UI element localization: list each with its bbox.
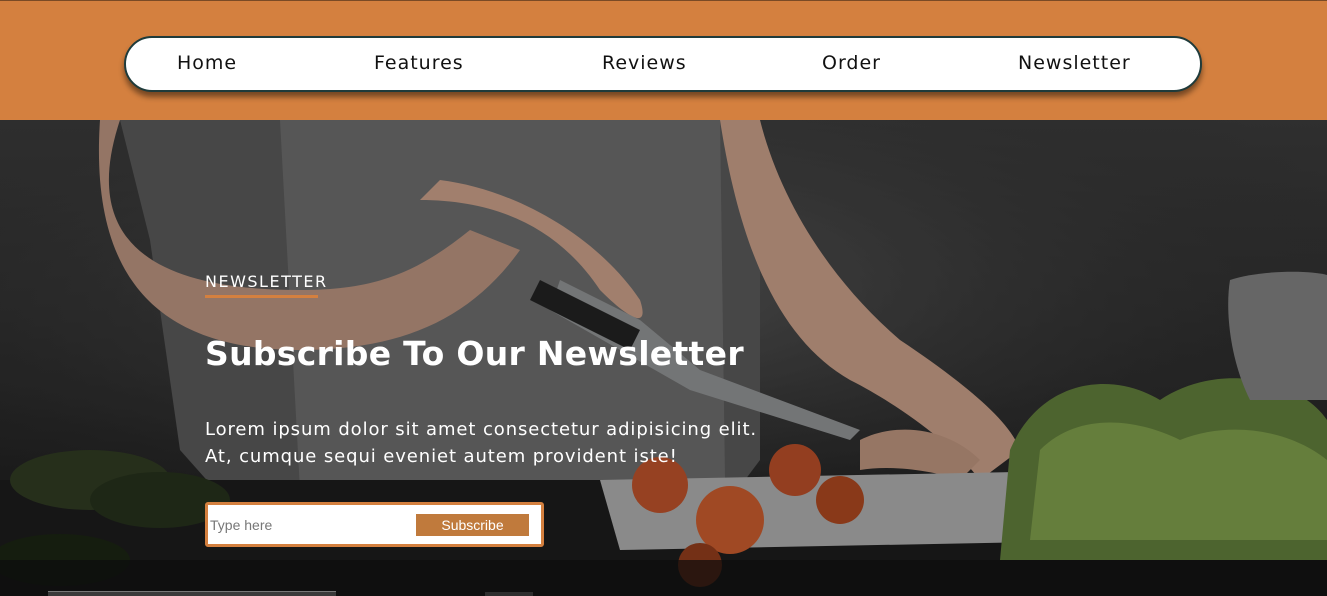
nav-item-features[interactable]: Features — [374, 52, 464, 74]
subscribe-form: Subscribe — [205, 502, 544, 547]
newsletter-description: Lorem ipsum dolor sit amet consectetur a… — [205, 416, 757, 470]
nav-item-newsletter[interactable]: Newsletter — [1018, 52, 1131, 74]
subscribe-button[interactable]: Subscribe — [416, 514, 529, 536]
newsletter-hero: NEWSLETTER Subscribe To Our Newsletter L… — [0, 120, 1327, 596]
scrollbar-thumb[interactable] — [485, 592, 533, 596]
newsletter-title: Subscribe To Our Newsletter — [205, 334, 744, 373]
section-eyebrow: NEWSLETTER — [205, 272, 328, 291]
horizontal-scrollbar[interactable] — [48, 591, 336, 596]
eyebrow-underline — [205, 295, 318, 298]
nav-item-reviews[interactable]: Reviews — [602, 52, 687, 74]
top-bar: Home Features Reviews Order Newsletter — [0, 0, 1327, 120]
nav-item-order[interactable]: Order — [822, 52, 881, 74]
email-input[interactable] — [210, 513, 406, 537]
nav-bar: Home Features Reviews Order Newsletter — [124, 36, 1202, 92]
description-line-1: Lorem ipsum dolor sit amet consectetur a… — [205, 419, 758, 440]
nav-item-home[interactable]: Home — [177, 52, 237, 74]
description-line-2: At, cumque sequi eveniet autem provident… — [205, 446, 678, 467]
